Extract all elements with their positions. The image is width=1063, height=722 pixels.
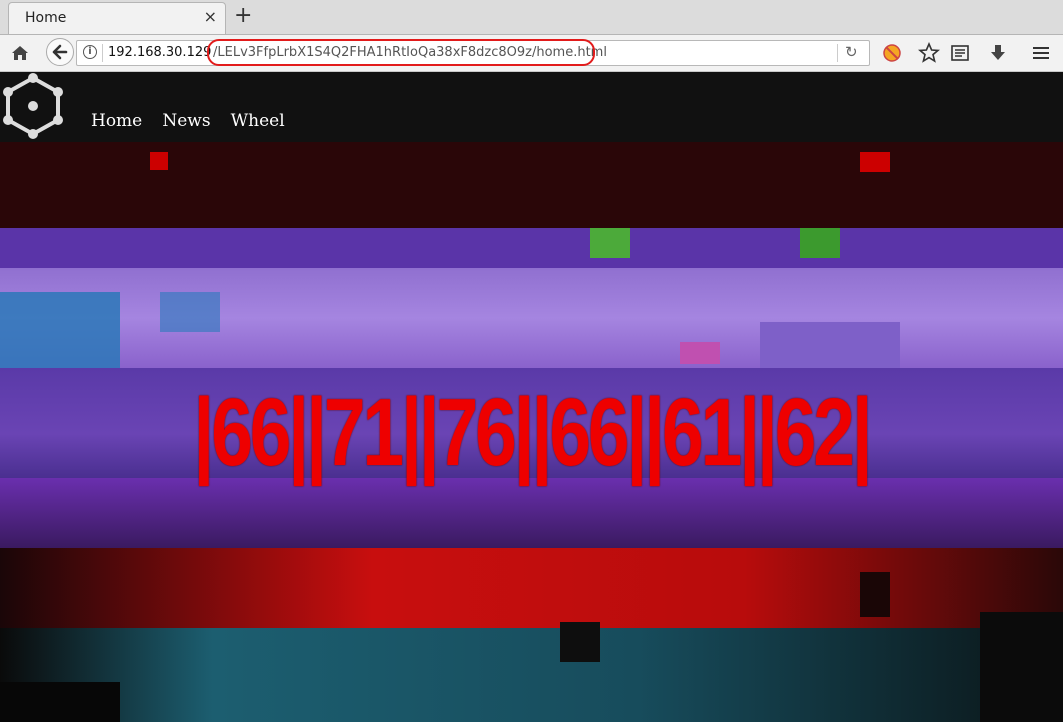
site-nav: Home News Wheel — [91, 111, 300, 131]
nav-home[interactable]: Home — [91, 111, 142, 131]
glitch-block — [0, 682, 120, 722]
extension-icon[interactable] — [881, 42, 903, 64]
nav-wheel[interactable]: Wheel — [231, 111, 285, 131]
nav-news[interactable]: News — [162, 111, 210, 131]
close-tab-icon[interactable]: × — [204, 8, 217, 26]
navigation-bar: i 192.168.30.129 /LELv3FfpLrbX1S4Q2FHA1h… — [0, 35, 1063, 72]
info-icon[interactable]: i — [83, 45, 97, 59]
glitch-block — [760, 322, 900, 368]
glitch-block — [0, 292, 120, 368]
reload-divider — [837, 44, 838, 62]
menu-icon[interactable] — [1030, 42, 1052, 64]
new-tab-button[interactable]: + — [234, 4, 252, 28]
band-deep-purple — [0, 478, 1063, 548]
glitch-block — [150, 152, 168, 170]
glitch-block — [860, 572, 890, 617]
code-sequence: |66||71||76||66||61||62| — [193, 379, 872, 486]
home-icon[interactable] — [8, 41, 32, 65]
url-divider — [102, 44, 103, 62]
hexagon-logo-icon[interactable] — [0, 72, 66, 142]
glitch-block — [980, 612, 1063, 722]
band-purple — [0, 228, 1063, 268]
url-path: /LELv3FfpLrbX1S4Q2FHA1hRtIoQa38xF8dzc8O9… — [213, 45, 607, 60]
band-red — [0, 548, 1063, 628]
glitch-block — [160, 292, 220, 332]
tab-title: Home — [25, 10, 67, 26]
bookmark-star-icon[interactable] — [918, 42, 940, 64]
glitch-block — [590, 228, 630, 258]
reader-icon[interactable] — [949, 42, 971, 64]
back-arrow-icon — [52, 44, 68, 60]
tab-home[interactable]: Home × — [8, 2, 226, 34]
download-icon[interactable] — [987, 42, 1009, 64]
band-teal — [0, 628, 1063, 722]
url-host: 192.168.30.129 — [108, 45, 212, 60]
glitch-block — [560, 622, 600, 662]
tab-strip: Home × + — [0, 0, 1063, 35]
back-button[interactable] — [46, 38, 74, 66]
url-bar[interactable]: i 192.168.30.129 /LELv3FfpLrbX1S4Q2FHA1h… — [76, 40, 870, 66]
glitch-block — [860, 152, 890, 172]
glitch-block — [800, 228, 840, 258]
glitch-block — [680, 342, 720, 364]
web-page: Home News Wheel |66||71||76||66||61||62| — [0, 72, 1063, 722]
glitch-hero-image: |66||71||76||66||61||62| — [0, 142, 1063, 722]
site-header: Home News Wheel — [0, 72, 1063, 142]
reload-icon[interactable]: ↻ — [845, 43, 858, 61]
